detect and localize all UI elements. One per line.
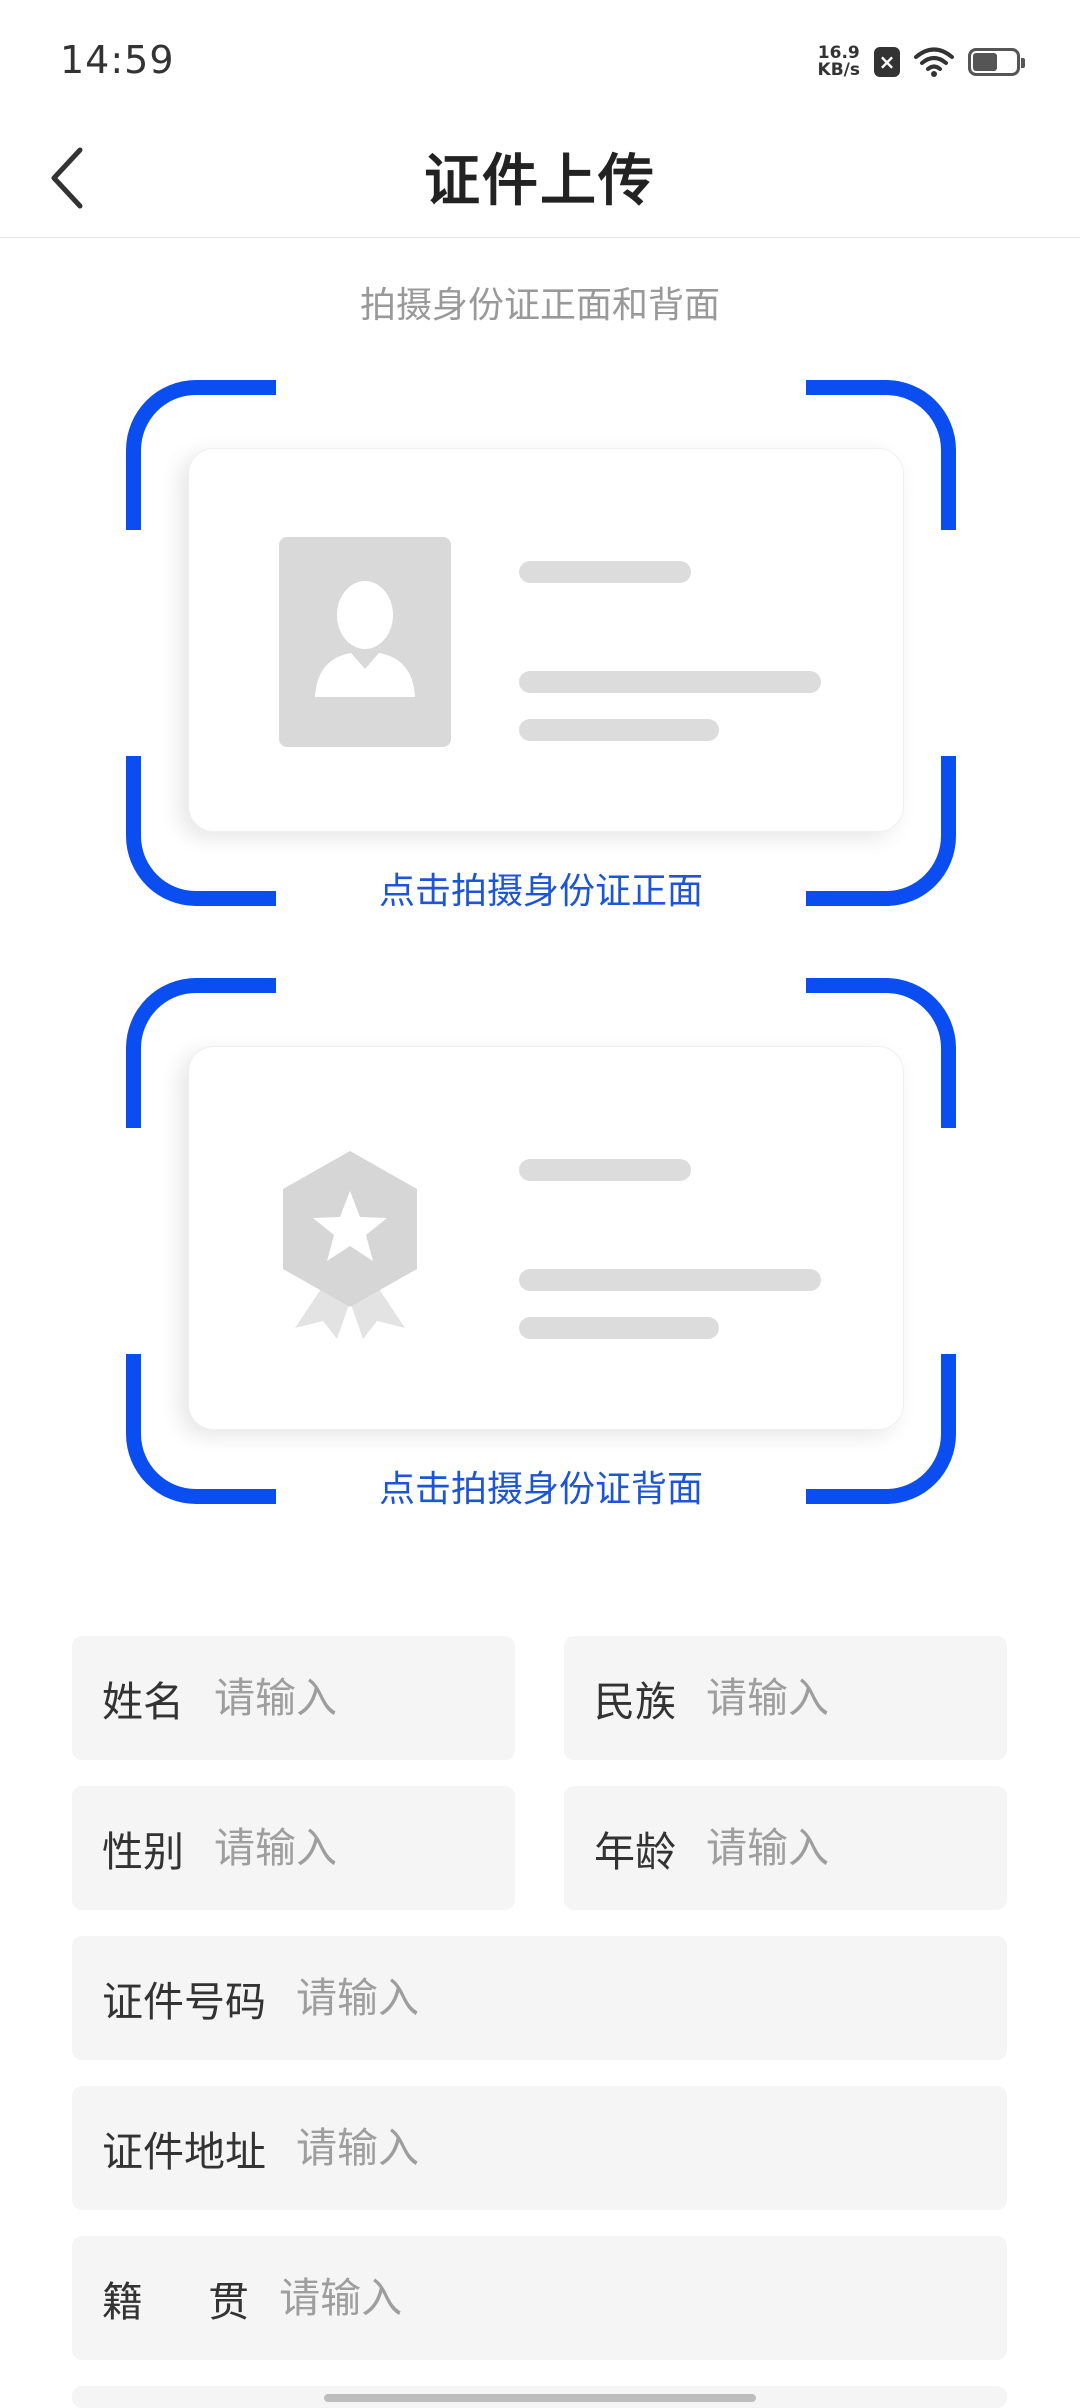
- name-field[interactable]: 姓名: [72, 1636, 515, 1760]
- age-field[interactable]: 年龄: [564, 1786, 1007, 1910]
- id-number-field[interactable]: 证件号码: [72, 1936, 1007, 2060]
- gender-input[interactable]: [214, 1824, 515, 1872]
- native-place-field[interactable]: 籍 贯: [72, 2236, 1007, 2360]
- instruction-text: 拍摄身份证正面和背面: [359, 285, 720, 326]
- emblem-icon: [283, 1151, 417, 1339]
- capture-front-label[interactable]: 点击拍摄身份证正面: [126, 862, 956, 914]
- id-number-input[interactable]: [296, 1974, 1007, 2022]
- id-back-capture[interactable]: 点击拍摄身份证背面: [126, 978, 956, 1510]
- name-input[interactable]: [214, 1674, 515, 1722]
- status-time: 14:59: [60, 38, 175, 82]
- network-speed: 16.9 KB/s: [818, 45, 860, 79]
- text-line-placeholder: [519, 1159, 691, 1181]
- text-line-placeholder: [519, 561, 691, 583]
- ethnicity-field[interactable]: 民族: [564, 1636, 1007, 1760]
- page-title: 证件上传: [424, 149, 656, 214]
- id-address-field[interactable]: 证件地址: [72, 2086, 1007, 2210]
- capture-back-label[interactable]: 点击拍摄身份证背面: [126, 1460, 956, 1512]
- ethnicity-input[interactable]: [706, 1674, 1007, 1722]
- text-line-placeholder: [519, 719, 719, 741]
- age-input[interactable]: [706, 1824, 1007, 1872]
- text-line-placeholder: [519, 671, 821, 693]
- text-line-placeholder: [519, 1317, 719, 1339]
- native-place-input[interactable]: [279, 2274, 1007, 2322]
- gender-field[interactable]: 性别: [72, 1786, 515, 1910]
- id-card-back-placeholder: [188, 1046, 904, 1430]
- status-bar: 14:59 16.9 KB/s ×: [0, 0, 1080, 120]
- ethnicity-label: 民族: [594, 1678, 676, 1726]
- id-number-label: 证件号码: [102, 1978, 266, 2026]
- wifi-icon: [914, 47, 954, 77]
- home-indicator[interactable]: [324, 2394, 756, 2402]
- gender-label: 性别: [102, 1828, 184, 1876]
- nav-bar: 证件上传: [0, 120, 1080, 238]
- status-icons: 16.9 KB/s ×: [818, 42, 1025, 82]
- notification-icon: ×: [874, 47, 900, 77]
- name-label: 姓名: [102, 1678, 184, 1726]
- id-address-input[interactable]: [296, 2124, 1007, 2172]
- battery-icon: [968, 48, 1025, 76]
- id-front-capture[interactable]: 点击拍摄身份证正面: [126, 380, 956, 912]
- id-address-label: 证件地址: [102, 2128, 266, 2176]
- id-card-front-placeholder: [188, 448, 904, 832]
- portrait-placeholder: [279, 537, 451, 747]
- native-place-label: 籍 贯: [102, 2278, 250, 2326]
- age-label: 年龄: [594, 1828, 676, 1876]
- text-line-placeholder: [519, 1269, 821, 1291]
- network-speed-unit: KB/s: [817, 60, 860, 80]
- person-icon: [315, 581, 415, 697]
